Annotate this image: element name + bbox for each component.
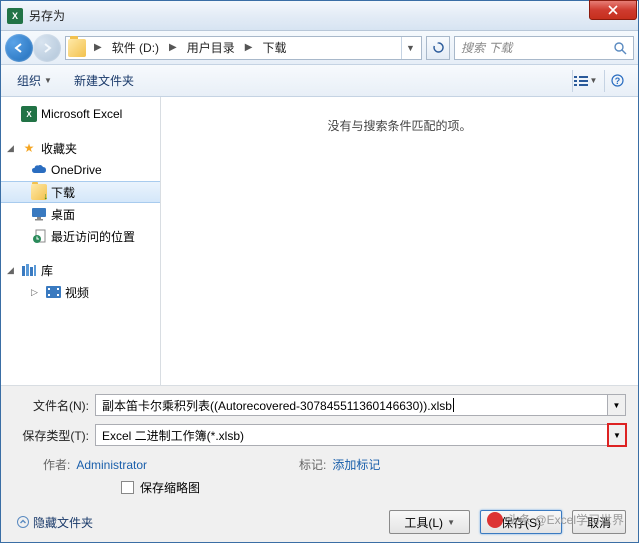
filename-row: 文件名(N): 副本笛卡尔乘积列表((Autorecovered-3078455… <box>13 394 626 416</box>
help-icon: ? <box>611 74 624 87</box>
nav-back-button[interactable] <box>5 34 33 62</box>
cloud-icon <box>31 162 47 178</box>
tree-item-favorites[interactable]: ◢ ★ 收藏夹 <box>1 137 160 159</box>
watermark-avatar-icon <box>487 512 503 528</box>
tools-button[interactable]: 工具(L) ▼ <box>389 510 470 534</box>
thumbnail-checkbox-row: 保存缩略图 <box>121 479 626 496</box>
chevron-down-icon: ▼ <box>447 518 455 527</box>
navbar: ▶ 软件 (D:) ▶ 用户目录 ▶ 下载 ▼ 搜索 下载 <box>1 31 638 65</box>
filetype-label: 保存类型(T): <box>13 427 95 444</box>
search-icon <box>613 41 627 55</box>
breadcrumb-seg-drive[interactable]: 软件 (D:) <box>108 37 163 58</box>
expand-icon: ◢ <box>7 143 17 154</box>
chevron-right-icon: ▶ <box>239 42 259 53</box>
breadcrumb[interactable]: ▶ 软件 (D:) ▶ 用户目录 ▶ 下载 ▼ <box>65 36 422 60</box>
breadcrumb-seg-downloads[interactable]: 下载 <box>258 37 290 58</box>
file-list[interactable]: 没有与搜索条件匹配的项。 <box>161 97 638 385</box>
titlebar: X 另存为 <box>1 1 638 31</box>
tree-item-onedrive[interactable]: OneDrive <box>1 159 160 181</box>
library-icon <box>21 262 37 278</box>
recent-icon <box>31 228 47 244</box>
filetype-dropdown[interactable]: ▼ <box>607 423 627 447</box>
empty-message: 没有与搜索条件匹配的项。 <box>327 117 471 385</box>
hide-folders-button[interactable]: 隐藏文件夹 <box>17 514 93 531</box>
tree-item-video[interactable]: ▷ 视频 <box>1 281 160 303</box>
star-icon: ★ <box>21 140 37 156</box>
window-title: 另存为 <box>29 7 65 24</box>
tree-item-desktop[interactable]: 桌面 <box>1 203 160 225</box>
chevron-up-icon <box>17 516 29 528</box>
refresh-button[interactable] <box>426 36 450 60</box>
filename-dropdown[interactable]: ▼ <box>608 394 626 416</box>
tags-value[interactable]: 添加标记 <box>332 456 380 473</box>
svg-text:?: ? <box>615 76 621 86</box>
close-button[interactable] <box>589 0 637 20</box>
arrow-left-icon <box>13 42 25 54</box>
breadcrumb-dropdown[interactable]: ▼ <box>401 37 419 59</box>
tree-item-recent[interactable]: 最近访问的位置 <box>1 225 160 247</box>
thumbnail-checkbox[interactable] <box>121 481 134 494</box>
metadata-row: 作者: Administrator 标记: 添加标记 <box>43 456 626 473</box>
filename-label: 文件名(N): <box>13 397 95 414</box>
excel-icon: X <box>21 106 37 122</box>
collapse-icon: ▷ <box>31 287 41 298</box>
text-cursor <box>453 398 454 412</box>
view-icon <box>574 75 588 87</box>
refresh-icon <box>432 41 445 54</box>
chevron-down-icon: ▼ <box>590 76 598 85</box>
tree-item-excel[interactable]: X Microsoft Excel <box>1 103 160 125</box>
chevron-down-icon: ▼ <box>44 76 52 85</box>
folder-download-icon: ↓ <box>31 184 47 200</box>
tree-item-libraries[interactable]: ◢ 库 <box>1 259 160 281</box>
filetype-row: 保存类型(T): Excel 二进制工作簿(*.xlsb) ▼ <box>13 424 626 446</box>
excel-app-icon: X <box>7 8 23 24</box>
filetype-select[interactable]: Excel 二进制工作簿(*.xlsb) <box>95 424 608 446</box>
nav-arrows <box>5 34 61 62</box>
author-label: 作者: <box>43 456 70 473</box>
desktop-icon <box>31 206 47 222</box>
help-button[interactable]: ? <box>604 70 630 92</box>
save-as-dialog: X 另存为 ▶ 软件 (D:) ▶ 用户目录 ▶ 下载 ▼ <box>0 0 639 543</box>
thumbnail-checkbox-label: 保存缩略图 <box>140 479 200 496</box>
organize-button[interactable]: 组织 ▼ <box>9 69 60 92</box>
toolbar: 组织 ▼ 新建文件夹 ▼ ? <box>1 65 638 97</box>
author-value[interactable]: Administrator <box>76 458 147 472</box>
view-options-button[interactable]: ▼ <box>572 70 598 92</box>
search-placeholder: 搜索 下载 <box>461 39 512 56</box>
chevron-right-icon: ▶ <box>163 42 183 53</box>
new-folder-button[interactable]: 新建文件夹 <box>66 69 142 92</box>
chevron-right-icon: ▶ <box>88 42 108 53</box>
close-icon <box>608 5 618 15</box>
tags-label: 标记: <box>299 456 326 473</box>
arrow-right-icon <box>41 42 53 54</box>
filename-input[interactable]: 副本笛卡尔乘积列表((Autorecovered-307845511360146… <box>95 394 608 416</box>
breadcrumb-seg-userdir[interactable]: 用户目录 <box>183 37 239 58</box>
folder-tree: X Microsoft Excel ◢ ★ 收藏夹 OneDrive ↓ <box>1 97 161 385</box>
tree-item-downloads[interactable]: ↓ 下载 <box>1 181 160 203</box>
nav-forward-button[interactable] <box>33 34 61 62</box>
expand-icon: ◢ <box>7 265 17 276</box>
content-area: X Microsoft Excel ◢ ★ 收藏夹 OneDrive ↓ <box>1 97 638 385</box>
search-input[interactable]: 搜索 下载 <box>454 36 634 60</box>
video-icon <box>45 284 61 300</box>
folder-icon <box>68 39 86 57</box>
watermark: 头条 @Excel学习世界 <box>487 511 624 528</box>
